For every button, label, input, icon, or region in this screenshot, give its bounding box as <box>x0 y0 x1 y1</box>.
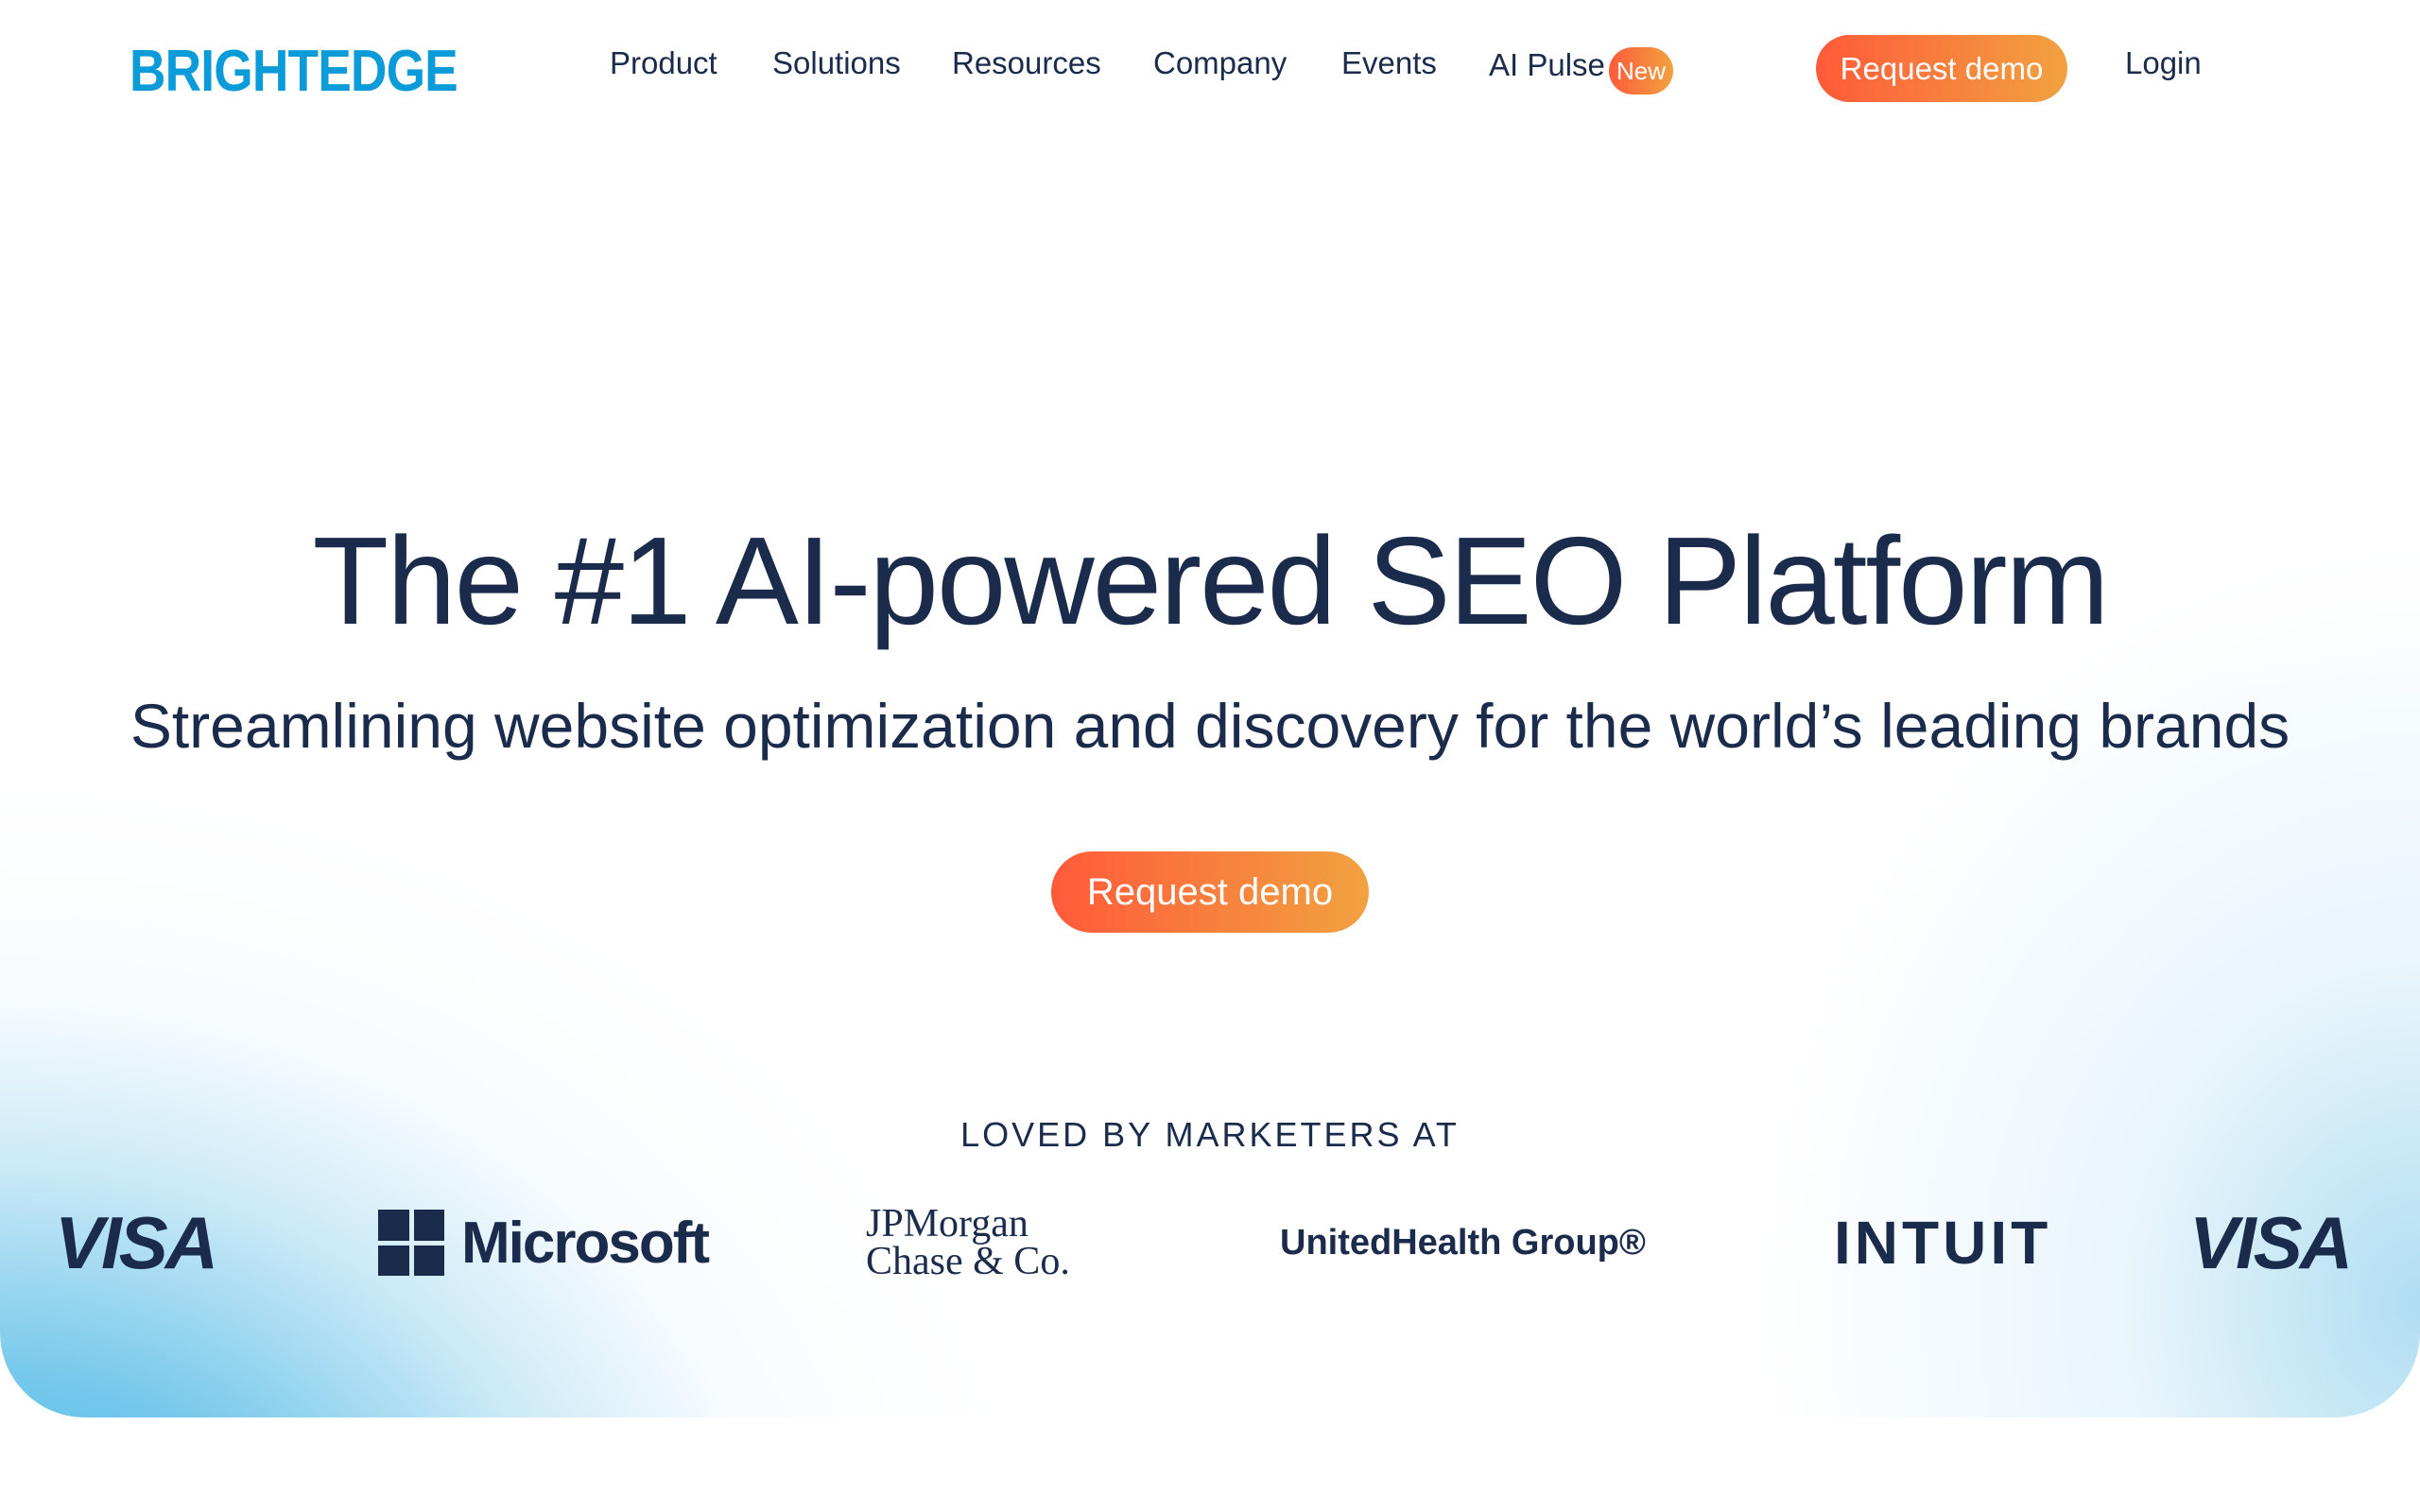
nav-solutions[interactable]: Solutions <box>772 45 901 81</box>
microsoft-logo-text: Microsoft <box>461 1210 710 1276</box>
intuit-logo: INTUIT <box>1834 1191 2051 1295</box>
nav-ai-pulse[interactable]: AI Pulse <box>1489 47 1605 83</box>
jpmorgan-logo: JPMorgan Chase & Co. <box>866 1191 1070 1295</box>
visa-logo-text: VISA <box>55 1200 218 1284</box>
page: BRIGHTEDGE Product Solutions Resources C… <box>0 0 2420 1512</box>
customer-logo-row: VISA Microsoft JPMorgan Chase & Co. Unit… <box>0 1191 2420 1295</box>
unitedhealth-logo-text: UnitedHealth Group® <box>1280 1222 1646 1263</box>
new-badge: New <box>1609 47 1673 94</box>
login-link[interactable]: Login <box>2125 45 2202 81</box>
jpmorgan-line-2: Chase & Co. <box>866 1240 1070 1283</box>
microsoft-squares-icon <box>378 1210 444 1276</box>
microsoft-logo: Microsoft <box>378 1191 710 1295</box>
nav-product[interactable]: Product <box>610 45 717 81</box>
visa-logo: VISA <box>55 1191 218 1295</box>
visa-logo-2-text: VISA <box>2189 1200 2353 1284</box>
request-demo-button-nav[interactable]: Request demo <box>1816 35 2067 102</box>
intuit-logo-text: INTUIT <box>1834 1209 2052 1277</box>
request-demo-button-hero[interactable]: Request demo <box>1051 851 1369 933</box>
hero-subheadline: Streamlining website optimization and di… <box>130 691 2290 761</box>
social-proof-heading: LOVED BY MARKETERS AT <box>960 1115 1460 1154</box>
unitedhealth-logo: UnitedHealth Group® <box>1280 1191 1646 1295</box>
hero-headline: The #1 AI-powered SEO Platform <box>312 511 2110 650</box>
visa-logo-2: VISA <box>2189 1191 2353 1295</box>
site-header: BRIGHTEDGE Product Solutions Resources C… <box>0 0 2420 142</box>
nav-resources[interactable]: Resources <box>952 45 1101 81</box>
nav-events[interactable]: Events <box>1341 45 1437 81</box>
nav-company[interactable]: Company <box>1153 45 1287 81</box>
brightedge-logo[interactable]: BRIGHTEDGE <box>130 38 458 105</box>
jpmorgan-line-1: JPMorgan <box>866 1202 1028 1246</box>
